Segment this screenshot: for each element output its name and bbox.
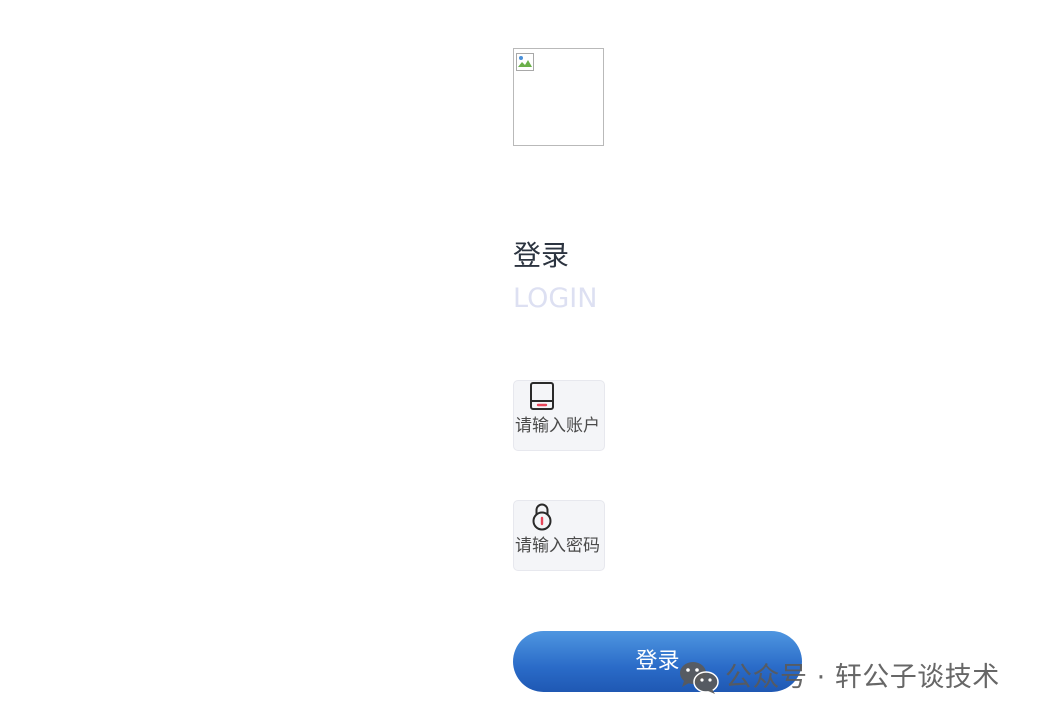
lock-icon xyxy=(532,503,552,531)
password-input[interactable] xyxy=(514,534,604,558)
account-input[interactable] xyxy=(514,414,604,438)
page-title: 登录 xyxy=(513,239,570,272)
page-subtitle: LOGIN xyxy=(513,283,598,314)
password-field[interactable] xyxy=(513,500,605,571)
login-button[interactable]: 登录 xyxy=(513,631,802,692)
logo-image xyxy=(513,48,604,146)
phone-icon xyxy=(530,382,554,410)
broken-image-icon xyxy=(516,53,534,71)
account-field[interactable] xyxy=(513,380,605,451)
login-button-label: 登录 xyxy=(635,649,680,674)
